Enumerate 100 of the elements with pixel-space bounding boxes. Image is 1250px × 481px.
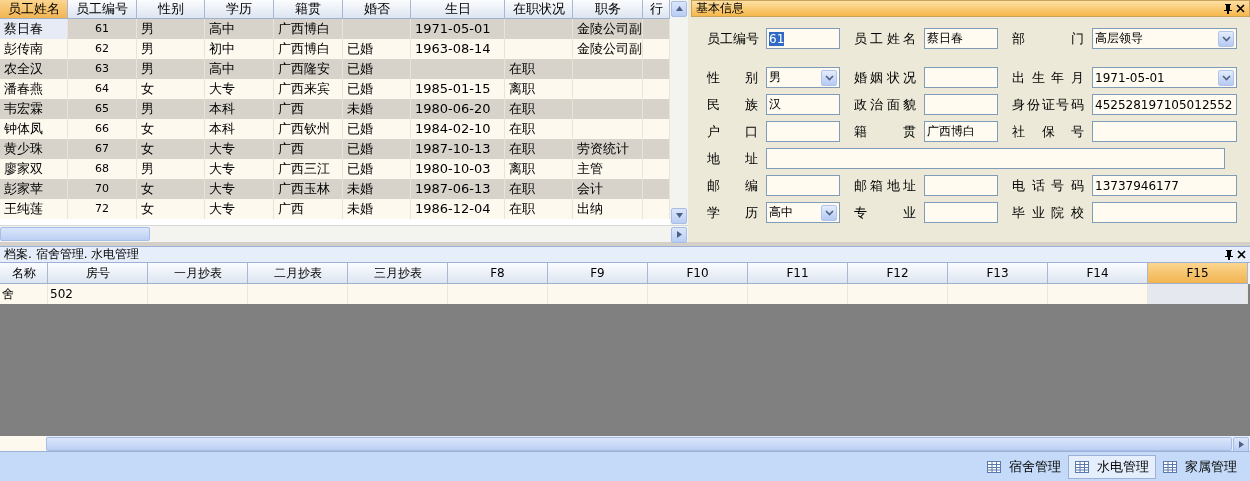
scrollbar-thumb[interactable] [45,437,1232,451]
field-label: 户 口 [706,122,759,141]
input-field[interactable]: 汉 [766,94,840,115]
field-label: 民 族 [706,95,759,114]
input-field[interactable]: 13737946177 [1092,175,1237,196]
dropdown-field[interactable]: 1971-05-01 [1092,67,1237,88]
column-header[interactable]: 生日 [411,0,505,19]
table-cell: 62 [68,39,137,59]
column-header[interactable]: F10 [648,263,748,284]
input-field[interactable] [924,94,998,115]
chevron-down-icon [824,74,834,81]
dropdown-button[interactable] [821,69,837,86]
table-cell: 女 [137,79,205,99]
dropdown-field[interactable]: 高中 [766,202,840,223]
column-header[interactable]: 职务 [573,0,643,19]
input-field[interactable]: 广西博白 [924,121,998,142]
table-icon [1075,460,1089,473]
dropdown-field[interactable]: 高层领导 [1092,28,1237,49]
table-cell: 在职 [505,179,573,199]
column-header[interactable]: F11 [748,263,848,284]
table-cell [643,139,670,159]
column-header[interactable]: 籍贯 [274,0,343,19]
input-field[interactable] [1092,202,1237,223]
column-header[interactable]: 行 [643,0,670,19]
field-label: 社保号 [1011,122,1085,141]
pin-icon[interactable] [1224,3,1232,14]
table-cell: 男 [137,159,205,179]
table-cell: 已婚 [343,139,411,159]
window-tab[interactable]: 宿舍管理 [980,454,1068,479]
input-field[interactable] [766,175,840,196]
chevron-down-icon [1221,74,1231,81]
pin-icon[interactable] [1225,249,1233,260]
field-label: 政治面貌 [853,95,917,114]
table-cell: 彭家苹 [0,179,68,199]
column-header[interactable]: 员工编号 [68,0,137,19]
table-cell: 会计 [573,179,643,199]
input-field[interactable]: 蔡日春 [924,28,998,49]
table-cell: 1980-06-20 [411,99,505,119]
table-cell: 出纳 [573,199,643,219]
table-cell: 1987-10-13 [411,139,505,159]
input-field[interactable] [766,121,840,142]
scroll-right-button[interactable] [671,227,687,243]
table-cell: 金陵公司副 [573,19,643,39]
input-field[interactable]: 452528197105012552 [1092,94,1237,115]
table-cell: 广西玉林 [274,179,343,199]
column-header[interactable]: 三月抄表 [348,263,448,284]
column-header[interactable]: 二月抄表 [248,263,348,284]
column-header[interactable]: 性别 [137,0,205,19]
input-field[interactable] [1092,121,1237,142]
table-cell: 男 [137,99,205,119]
dropdown-button[interactable] [1218,30,1234,47]
table-cell: 在职 [505,119,573,139]
column-header[interactable]: 名称 [0,263,48,284]
table-cell: 钟体凤 [0,119,68,139]
table-cell: 廖家双 [0,159,68,179]
table-cell: 61 [68,19,137,39]
chevron-down-icon [824,209,834,216]
dropdown-button[interactable] [1218,69,1234,86]
table-cell: 本科 [205,99,274,119]
table-cell: 502 [48,284,148,304]
triangle-right-icon [1237,441,1245,448]
column-header[interactable]: 一月抄表 [148,263,248,284]
field-label: 部 门 [1011,29,1085,48]
column-header[interactable]: 员工姓名 [0,0,68,19]
input-field[interactable]: 61 [766,28,840,49]
panel-title: 基本信息 [696,0,744,17]
table-cell: 68 [68,159,137,179]
column-header[interactable]: F14 [1048,263,1148,284]
close-icon[interactable] [1237,250,1246,259]
input-field[interactable] [924,67,998,88]
input-field[interactable] [924,175,998,196]
dropdown-button[interactable] [821,204,837,221]
dropdown-field[interactable]: 男 [766,67,840,88]
table-cell: 女 [137,199,205,219]
column-header[interactable]: F9 [548,263,648,284]
table-cell: 广西 [274,199,343,219]
column-header[interactable]: F12 [848,263,948,284]
table-cell [643,99,670,119]
column-header[interactable]: 房号 [48,263,148,284]
table-cell [573,99,643,119]
scroll-down-button[interactable] [671,208,687,224]
window-tab[interactable]: 水电管理 [1068,454,1156,479]
column-header[interactable]: 婚否 [343,0,411,19]
table-cell: 男 [137,39,205,59]
scrollbar-thumb[interactable] [0,227,150,241]
table-cell: 已婚 [343,59,411,79]
column-header[interactable]: F8 [448,263,548,284]
column-header[interactable]: 学历 [205,0,274,19]
input-field[interactable] [924,202,998,223]
table-cell: 离职 [505,159,573,179]
table-cell: 女 [137,119,205,139]
field-label: 婚姻状况 [853,68,917,87]
column-header[interactable]: 在职状况 [505,0,573,19]
input-field[interactable] [766,148,1225,169]
column-header[interactable]: F15 [1148,263,1248,284]
column-header[interactable]: F13 [948,263,1048,284]
window-tab[interactable]: 家属管理 [1156,454,1244,479]
scroll-up-button[interactable] [671,1,687,17]
close-icon[interactable] [1236,4,1245,13]
table-cell: 主管 [573,159,643,179]
